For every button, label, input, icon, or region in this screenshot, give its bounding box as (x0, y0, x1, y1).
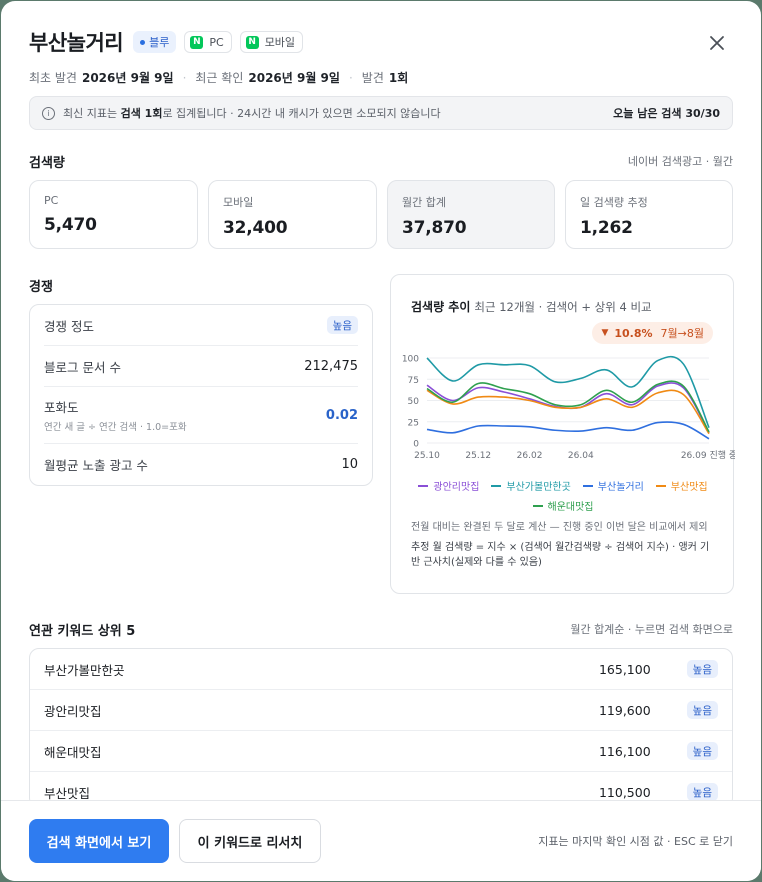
competition-level-badge: 높음 (686, 660, 718, 678)
discovery-meta: 최초 발견 2026년 9월 9일 · 최근 확인 2026년 9월 9일 · 발견… (29, 70, 409, 86)
competition-level-badge: 높음 (686, 783, 718, 801)
pc-volume-card: PC 5,470 (29, 180, 198, 249)
series-line-부산놀거리 (426, 421, 710, 440)
monthly-total-card: 월간 합계 37,870 (387, 180, 555, 249)
open-search-button[interactable]: 검색 화면에서 보기 (29, 819, 169, 863)
naver-logo-icon: N (245, 35, 259, 49)
legend-swatch (491, 484, 502, 487)
competition-level-badge: 높음 (326, 316, 358, 334)
mobile-volume-card: 모바일 32,400 (208, 180, 377, 249)
daily-estimate-card: 일 검색량 추정 1,262 (565, 180, 733, 249)
volume-section-title: 검색량 (29, 156, 65, 171)
related-keyword-row[interactable]: 해운대맛집 116,100 높음 (30, 731, 732, 772)
trend-title: 검색량 추이 최근 12개월 · 검색어 + 상위 4 비교 (411, 300, 652, 314)
legend-swatch (582, 484, 593, 487)
y-tick-label: 75 (408, 376, 419, 386)
legend-swatch (418, 484, 429, 487)
related-keywords-list: 부산가볼만한곳 165,100 높음 광안리맛집 119,600 높음 해운대맛… (29, 648, 733, 808)
y-tick-label: 25 (408, 418, 419, 428)
x-tick-label: 26.04 (568, 451, 594, 461)
chart-legend: 광안리맛집 부산가볼만한곳 부산놀거리 부산맛집해운대맛집 (391, 478, 735, 513)
footer-hint: 지표는 마지막 확인 시점 값 · ESC 로 닫기 (538, 835, 733, 848)
ads-count-row: 월평균 노출 광고 수 10 (44, 457, 358, 473)
competition-level-row: 경쟁 정도 높음 (44, 305, 358, 346)
saturation-row: 포화도 연간 새 글 ÷ 연간 검색 · 1.0=포화 0.02 (44, 387, 358, 444)
close-icon (710, 36, 724, 50)
y-tick-label: 100 (402, 355, 419, 365)
x-tick-label: 26.09 진행 중 (681, 449, 735, 461)
trend-card: 검색량 추이 최근 12개월 · 검색어 + 상위 4 비교 ▼ 10.8% 7월→8… (390, 274, 735, 594)
naver-pc-chip: N PC (184, 31, 232, 53)
remaining-quota: 오늘 남은 검색 30/30 (613, 107, 720, 120)
legend-swatch (532, 504, 543, 507)
x-tick-label: 25.10 (414, 451, 440, 461)
keyword-title: 부산놀거리 (29, 31, 124, 55)
down-triangle-icon: ▼ (601, 328, 609, 338)
series-line-부산맛집 (426, 389, 710, 435)
competition-level-badge: 높음 (686, 742, 718, 760)
legend-item: 부산맛집 (655, 478, 708, 493)
trend-note-estimate: 추정 월 검색량 = 지수 × (검색어 월간검색량 ÷ 검색어 지수) · 앵… (411, 542, 710, 568)
dot-icon (140, 39, 146, 45)
x-tick-label: 26.02 (517, 451, 543, 461)
x-tick-label: 25.12 (465, 451, 491, 461)
naver-mobile-chip: N 모바일 (239, 31, 304, 53)
mom-delta-badge: ▼ 10.8% 7월→8월 (592, 322, 713, 344)
competition-level-badge: 높음 (686, 701, 718, 719)
modal-header: 부산놀거리 블루 N PC N 모바일 최초 발견 2026년 9월 9일 · 최근 … (29, 27, 733, 86)
legend-swatch (655, 484, 666, 487)
quota-notice: i 최신 지표는 검색 1회로 집계됩니다 · 24시간 내 캐시가 있으면 소… (29, 96, 733, 130)
legend-label: 부산놀거리 (597, 482, 644, 493)
y-tick-label: 0 (413, 440, 419, 450)
legend-item: 부산놀거리 (582, 478, 644, 493)
naver-logo-icon: N (190, 35, 204, 49)
keyword-detail-modal: 부산놀거리 블루 N PC N 모바일 최초 발견 2026년 9월 9일 · 최근 … (1, 1, 761, 881)
info-icon: i (42, 106, 55, 120)
competition-section-title: 경쟁 (29, 280, 53, 295)
legend-item: 광안리맛집 (418, 478, 479, 493)
legend-label: 부산가볼만한곳 (506, 482, 571, 493)
related-section-title: 연관 키워드 상위 5 (29, 624, 136, 639)
legend-label: 해운대맛집 (547, 502, 594, 513)
legend-label: 광안리맛집 (433, 482, 480, 493)
legend-item: 해운대맛집 (532, 498, 594, 513)
legend-item: 부산가볼만한곳 (491, 478, 571, 493)
legend-label: 부산맛집 (670, 482, 708, 493)
series-line-해운대맛집 (426, 380, 710, 433)
y-tick-label: 50 (408, 397, 420, 407)
related-keyword-row[interactable]: 광안리맛집 119,600 높음 (30, 690, 732, 731)
close-button[interactable] (705, 31, 729, 55)
related-keyword-row[interactable]: 부산가볼만한곳 165,100 높음 (30, 649, 732, 690)
volume-source: 네이버 검색광고 · 월간 (627, 155, 733, 168)
blog-count-row: 블로그 문서 수 212,475 (44, 346, 358, 387)
trend-note-mom: 전월 대비는 완결된 두 달로 계산 — 진행 중인 이번 달은 비교에서 제외 (411, 522, 708, 533)
competition-box: 경쟁 정도 높음 블로그 문서 수 212,475 포화도 연간 새 글 ÷ 연… (29, 304, 373, 486)
modal-footer: 검색 화면에서 보기 이 키워드로 리서치 지표는 마지막 확인 시점 값 · … (1, 800, 761, 881)
tier-badge: 블루 (133, 31, 177, 53)
trend-line-chart: 100 75 50 25 025.10 25.12 26.02 26.04 26.09 진행 중 (402, 355, 735, 462)
related-note: 월간 합계순 · 누르면 검색 화면으로 (570, 623, 733, 636)
research-keyword-button[interactable]: 이 키워드로 리서치 (179, 819, 321, 863)
